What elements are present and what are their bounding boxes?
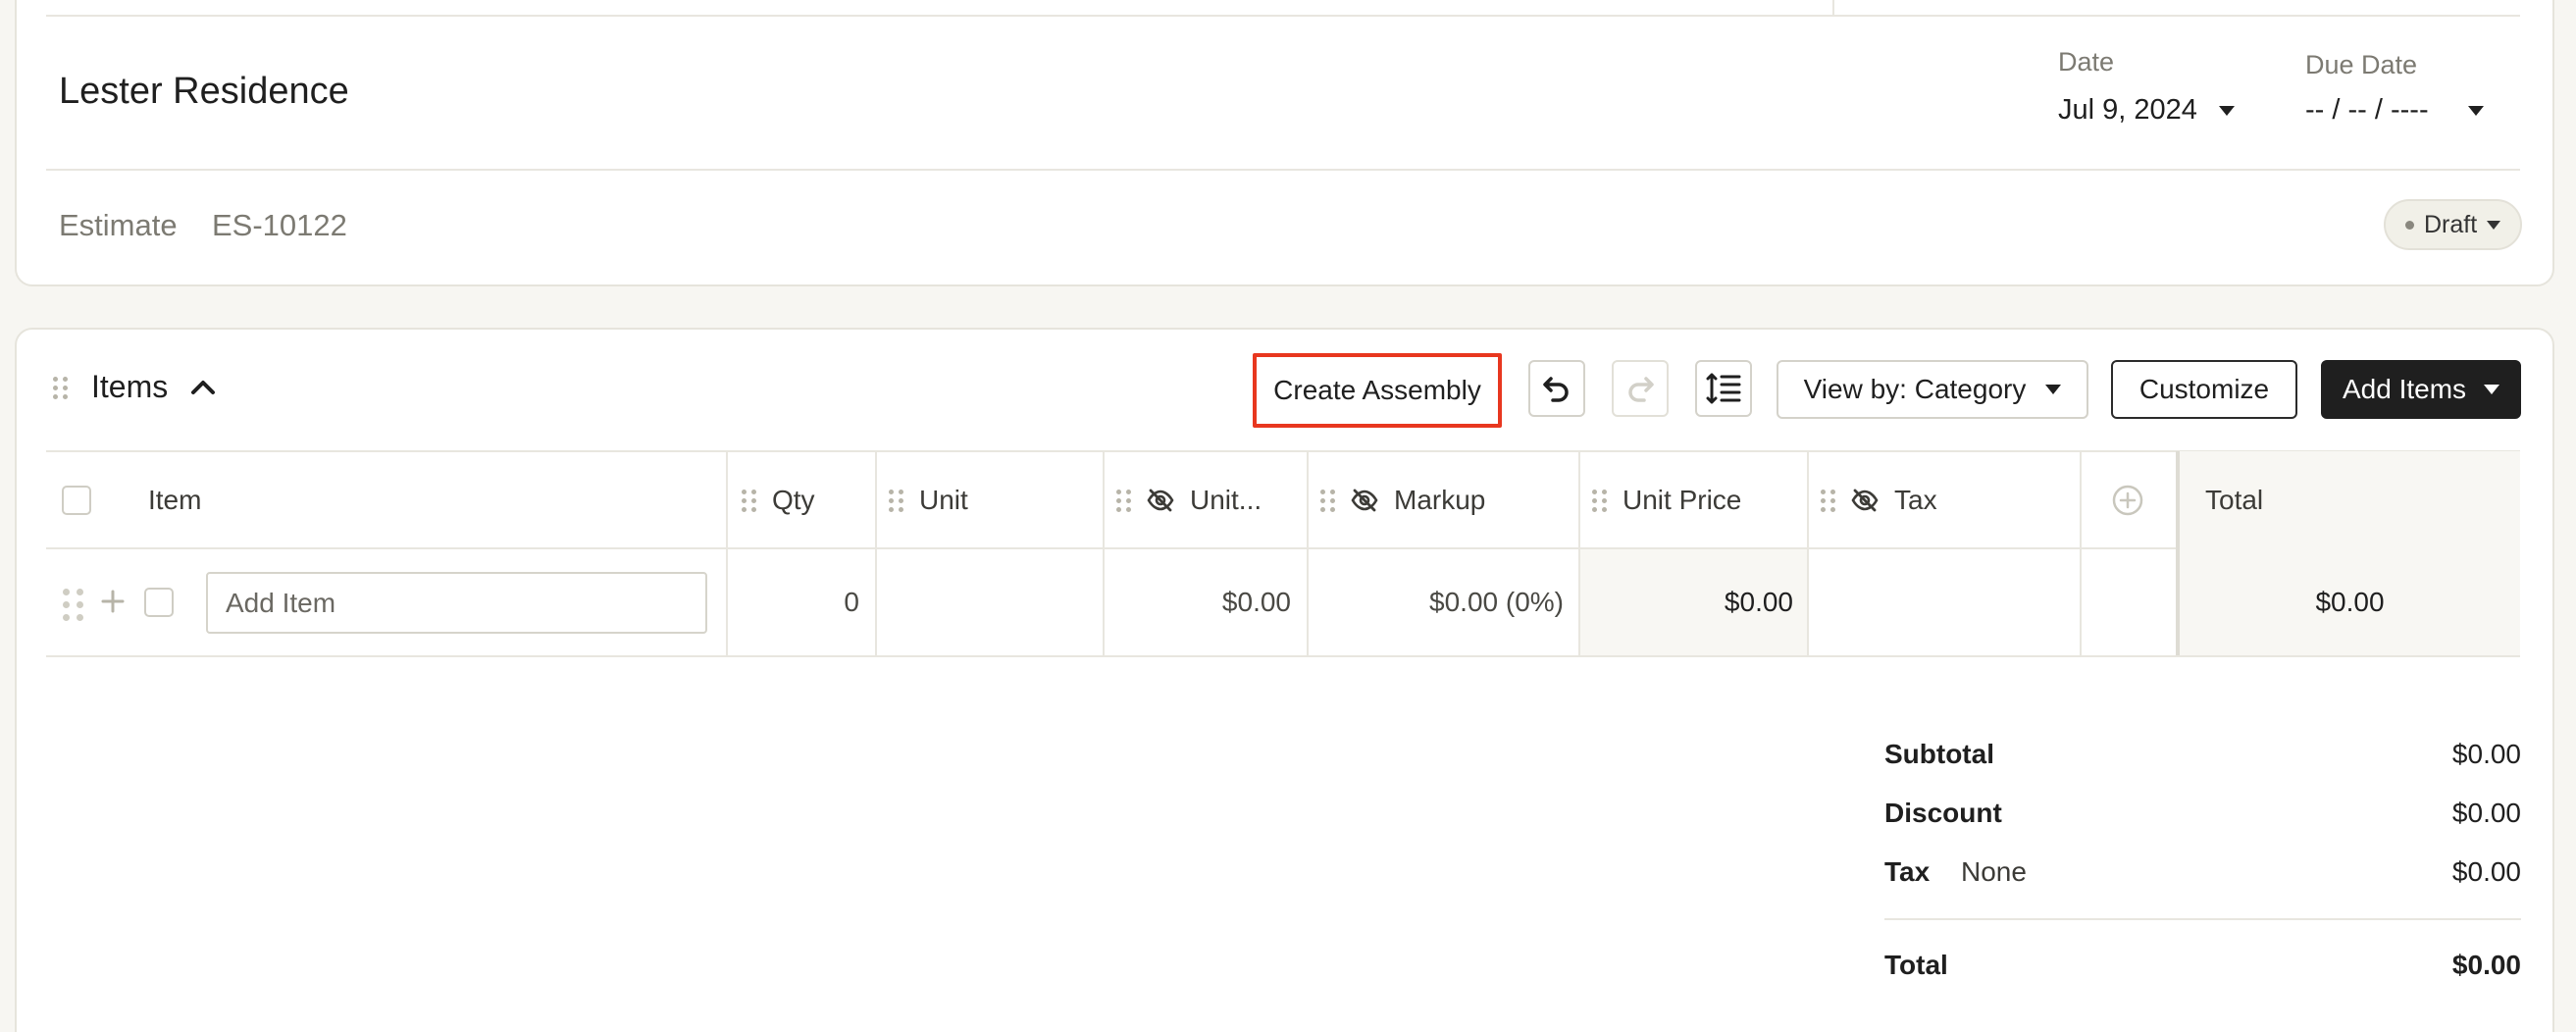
drag-handle-icon[interactable] bbox=[889, 489, 903, 512]
total-cell: $0.00 bbox=[2315, 587, 2385, 617]
column-label: Total bbox=[2205, 485, 2264, 515]
project-title: Lester Residence bbox=[59, 71, 349, 112]
redo-button[interactable] bbox=[1612, 360, 1669, 417]
column-header-total: Total bbox=[2205, 453, 2263, 547]
drag-handle-icon[interactable] bbox=[742, 489, 756, 512]
total-label: Total bbox=[1884, 950, 1948, 980]
add-items-label: Add Items bbox=[2342, 374, 2467, 404]
totals-divider bbox=[1884, 918, 2521, 920]
date-label: Date bbox=[2058, 47, 2115, 77]
tax-value: $0.00 bbox=[2451, 856, 2521, 887]
discount-label: Discount bbox=[1884, 798, 2002, 828]
due-date-picker[interactable]: -- / -- / ---- bbox=[2305, 94, 2484, 127]
view-by-label: View by: Category bbox=[1803, 374, 2027, 404]
total-value: $0.00 bbox=[2451, 950, 2521, 980]
tax-cell[interactable] bbox=[1809, 549, 2064, 655]
drag-handle-icon[interactable] bbox=[1320, 489, 1335, 512]
divider bbox=[46, 169, 2520, 171]
discount-value[interactable]: $0.00 bbox=[2374, 798, 2521, 829]
doc-type-label: Estimate bbox=[59, 208, 178, 242]
eye-off-icon[interactable] bbox=[1851, 489, 1879, 512]
caret-down-icon bbox=[2467, 105, 2484, 116]
add-column-button[interactable] bbox=[2111, 453, 2144, 547]
column-header-unit-cost[interactable]: Unit... bbox=[1116, 453, 1262, 547]
subtotal-label: Subtotal bbox=[1884, 739, 1994, 769]
status-dropdown[interactable]: Draft bbox=[2384, 199, 2523, 250]
column-header-unit-price[interactable]: Unit Price bbox=[1592, 453, 1741, 547]
estimate-header-card bbox=[15, 0, 2554, 286]
column-header-item: Item bbox=[62, 453, 201, 547]
column-header-unit[interactable]: Unit bbox=[889, 453, 968, 547]
column-label: Qty bbox=[772, 485, 815, 515]
select-all-checkbox[interactable] bbox=[62, 486, 91, 515]
plus-circle-icon bbox=[2112, 485, 2143, 516]
date-value: Jul 9, 2024 bbox=[2058, 94, 2197, 126]
markup-cell[interactable]: $0.00 (0%) bbox=[1309, 549, 1564, 655]
view-by-dropdown[interactable]: View by: Category bbox=[1777, 360, 2088, 419]
column-label: Markup bbox=[1394, 485, 1486, 515]
divider bbox=[1832, 0, 1834, 16]
column-header-markup[interactable]: Markup bbox=[1320, 453, 1485, 547]
items-section-title: Items bbox=[91, 369, 169, 404]
status-dot-icon bbox=[2405, 220, 2414, 230]
caret-down-icon bbox=[2045, 385, 2062, 394]
drag-handle-icon[interactable] bbox=[1821, 489, 1835, 512]
column-label: Unit Price bbox=[1623, 485, 1742, 515]
section-drag-handle-icon[interactable] bbox=[53, 377, 68, 399]
caret-down-icon bbox=[2484, 385, 2500, 394]
unit-cost-cell[interactable]: $0.00 bbox=[1105, 549, 1291, 655]
due-date-label: Due Date bbox=[2305, 50, 2418, 79]
items-card bbox=[15, 328, 2554, 1032]
eye-off-icon[interactable] bbox=[1147, 489, 1174, 512]
table-top-border bbox=[46, 450, 2520, 452]
date-picker[interactable]: Jul 9, 2024 bbox=[2058, 94, 2235, 127]
unit-cell[interactable] bbox=[877, 549, 1093, 655]
tax-rate[interactable]: None bbox=[1961, 856, 2027, 888]
drag-handle-icon[interactable] bbox=[1116, 489, 1131, 512]
create-assembly-button[interactable]: Create Assembly bbox=[1253, 353, 1502, 428]
unit-price-cell[interactable]: $0.00 bbox=[1580, 549, 1793, 655]
subtotal-value: $0.00 bbox=[2451, 739, 2521, 769]
table-bottom-border bbox=[46, 655, 2520, 657]
column-label: Unit... bbox=[1190, 485, 1262, 515]
plus-icon[interactable] bbox=[101, 590, 125, 613]
chevron-up-icon[interactable] bbox=[189, 377, 217, 396]
doc-number: ES-10122 bbox=[212, 208, 347, 242]
customize-button[interactable]: Customize bbox=[2111, 360, 2297, 419]
column-label: Tax bbox=[1894, 485, 1937, 515]
due-date-value: -- / -- / ---- bbox=[2305, 94, 2429, 126]
row-drag-handle-icon[interactable] bbox=[63, 589, 83, 621]
add-item-input[interactable] bbox=[206, 572, 707, 634]
status-label: Draft bbox=[2424, 210, 2478, 238]
column-header-tax[interactable]: Tax bbox=[1821, 453, 1937, 547]
undo-icon bbox=[1543, 377, 1569, 402]
line-spacing-icon bbox=[1706, 373, 1741, 404]
column-label: Item bbox=[148, 485, 202, 515]
row-height-button[interactable] bbox=[1695, 360, 1752, 417]
eye-off-icon[interactable] bbox=[1351, 489, 1378, 512]
divider bbox=[46, 15, 2520, 17]
redo-icon bbox=[1628, 377, 1654, 402]
tax-label: Tax bbox=[1884, 856, 1931, 887]
caret-down-icon bbox=[2487, 220, 2501, 230]
row-checkbox[interactable] bbox=[144, 588, 174, 617]
caret-down-icon bbox=[2218, 105, 2235, 116]
qty-cell[interactable]: 0 bbox=[728, 549, 859, 655]
column-label: Unit bbox=[919, 485, 968, 515]
column-divider bbox=[2080, 451, 2082, 655]
drag-handle-icon[interactable] bbox=[1592, 489, 1607, 512]
undo-button[interactable] bbox=[1528, 360, 1585, 417]
add-items-button[interactable]: Add Items bbox=[2321, 360, 2521, 419]
column-header-qty[interactable]: Qty bbox=[742, 453, 815, 547]
